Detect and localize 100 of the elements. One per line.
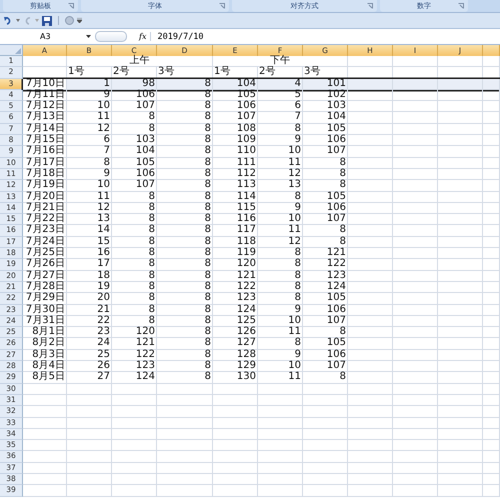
dialog-launcher-icon[interactable] — [219, 3, 225, 9]
empty-cell — [438, 146, 483, 158]
circle-icon[interactable] — [65, 16, 74, 25]
empty-cell — [483, 248, 500, 260]
table-cell: 11 — [258, 225, 303, 237]
dialog-launcher-icon[interactable] — [367, 3, 373, 9]
save-icon[interactable] — [42, 16, 52, 26]
table-cell: 24 — [67, 338, 112, 350]
formula-toggle[interactable] — [95, 31, 127, 42]
empty-cell — [67, 406, 112, 418]
empty-cell — [157, 451, 213, 463]
empty-cell — [348, 112, 393, 124]
table-cell: 7月18日 — [23, 168, 67, 180]
empty-cell — [348, 350, 393, 362]
table-cell: 118 — [213, 236, 258, 248]
empty-cell — [348, 202, 393, 214]
table-cell: 8 — [112, 259, 157, 271]
customize-icon[interactable] — [77, 18, 82, 23]
empty-cell — [258, 440, 303, 452]
table-cell: 8 — [112, 202, 157, 214]
insert-function-button[interactable]: fx — [135, 32, 152, 41]
table-cell: 7月15日 — [23, 135, 67, 146]
empty-cell — [348, 316, 393, 328]
formula-field[interactable]: 2019/7/10 — [151, 32, 204, 42]
empty-cell — [438, 259, 483, 271]
table-cell: 9 — [258, 135, 303, 146]
empty-cell — [303, 428, 348, 440]
table-cell: 8 — [157, 338, 213, 350]
table-cell: 7月19日 — [23, 180, 67, 192]
table-cell: 8 — [157, 350, 213, 362]
empty-cell — [348, 327, 393, 338]
empty-cell — [157, 485, 213, 497]
empty-cell — [483, 101, 500, 112]
empty-cell — [438, 474, 483, 486]
empty-cell — [483, 327, 500, 338]
empty-cell — [438, 236, 483, 248]
dropdown-icon[interactable] — [35, 19, 39, 22]
table-cell: 106 — [303, 350, 348, 362]
empty-cell — [213, 474, 258, 486]
table-cell: 7月30日 — [23, 304, 67, 316]
table-cell: 8月4日 — [23, 361, 67, 372]
table-cell: 8 — [112, 236, 157, 248]
table-cell: 107 — [303, 361, 348, 372]
empty-cell — [112, 462, 157, 474]
table-cell: 8 — [157, 135, 213, 146]
empty-cell — [393, 304, 438, 316]
empty-cell — [393, 259, 438, 271]
table-cell: 上午 — [67, 56, 213, 68]
empty-cell — [258, 474, 303, 486]
empty-cell — [213, 451, 258, 463]
table-cell: 7 — [67, 146, 112, 158]
empty-cell — [483, 168, 500, 180]
empty-cell — [112, 406, 157, 418]
dialog-launcher-icon[interactable] — [68, 3, 74, 9]
empty-cell — [393, 361, 438, 372]
dropdown-icon[interactable] — [16, 19, 20, 22]
name-box[interactable]: A3 — [0, 30, 95, 43]
empty-cell — [438, 225, 483, 237]
empty-cell — [483, 428, 500, 440]
empty-cell — [438, 350, 483, 362]
empty-cell — [438, 451, 483, 463]
empty-cell — [157, 440, 213, 452]
table-cell: 8 — [258, 192, 303, 203]
table-cell: 8 — [303, 225, 348, 237]
empty-cell — [67, 462, 112, 474]
table-cell: 6 — [67, 135, 112, 146]
empty-cell — [67, 474, 112, 486]
empty-cell — [438, 304, 483, 316]
empty-cell — [438, 248, 483, 260]
table-cell: 7月22日 — [23, 214, 67, 226]
table-cell: 8月5日 — [23, 372, 67, 384]
empty-cell — [348, 248, 393, 260]
empty-cell — [258, 428, 303, 440]
empty-cell — [348, 225, 393, 237]
table-cell: 8 — [157, 90, 213, 102]
empty-cell — [303, 406, 348, 418]
empty-cell — [348, 101, 393, 112]
empty-cell — [348, 474, 393, 486]
table-cell: 7月28日 — [23, 282, 67, 294]
table-cell: 5 — [258, 90, 303, 102]
table-cell: 107 — [112, 101, 157, 112]
select-all-button[interactable] — [0, 45, 23, 56]
empty-cell — [348, 135, 393, 146]
table-cell: 108 — [213, 124, 258, 136]
table-cell: 103 — [303, 101, 348, 112]
table-cell: 10 — [258, 214, 303, 226]
table-cell: 106 — [303, 202, 348, 214]
empty-cell — [157, 462, 213, 474]
table-cell: 10 — [258, 361, 303, 372]
empty-cell — [393, 248, 438, 260]
table-cell: 116 — [213, 214, 258, 226]
redo-icon[interactable] — [23, 16, 32, 25]
dialog-launcher-icon[interactable] — [458, 3, 464, 9]
table-cell: 7 — [258, 112, 303, 124]
column-header[interactable] — [483, 45, 500, 56]
table-cell: 8月3日 — [23, 350, 67, 362]
table-cell: 8 — [112, 270, 157, 282]
empty-cell — [157, 418, 213, 429]
undo-icon[interactable] — [4, 16, 13, 25]
empty-cell — [438, 124, 483, 136]
